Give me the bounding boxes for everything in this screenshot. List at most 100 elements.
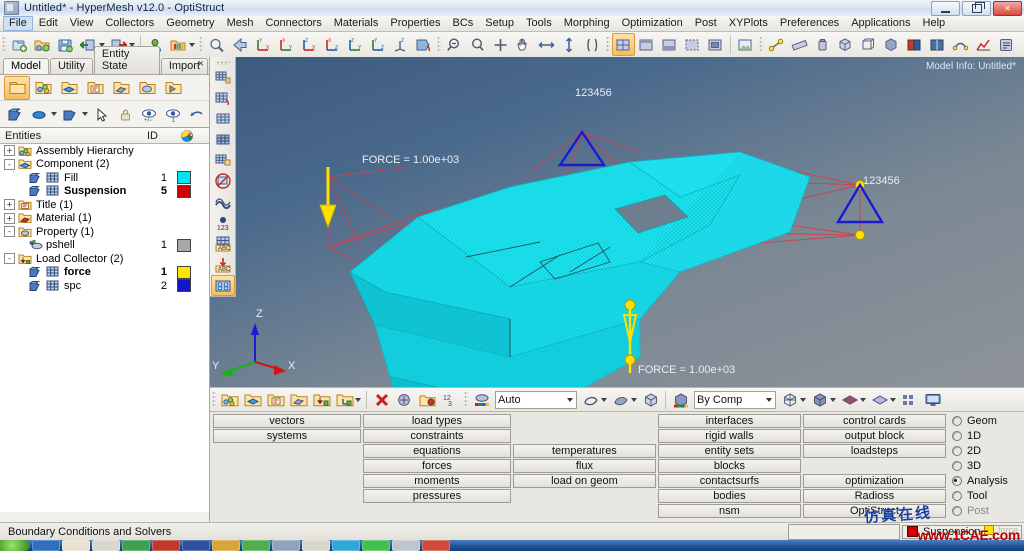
panel-button-pressures[interactable]: pressures xyxy=(362,489,511,503)
color-swatch[interactable] xyxy=(177,238,191,252)
vtoolbar-grip[interactable] xyxy=(215,61,230,65)
wireframe-cube-icon[interactable] xyxy=(778,388,801,411)
window-layout-5-icon[interactable] xyxy=(704,33,727,56)
tab-model[interactable]: Model xyxy=(3,58,49,74)
material-vis-icon[interactable] xyxy=(287,388,310,411)
clipping-icon[interactable] xyxy=(581,33,604,56)
elements-edges-icon[interactable] xyxy=(211,87,235,108)
loadcollector-folder-icon[interactable] xyxy=(160,76,186,100)
panel-button-control-cards[interactable]: control cards xyxy=(802,414,946,428)
panel-button-systems[interactable]: systems xyxy=(213,429,361,443)
expander-icon[interactable]: - xyxy=(4,253,15,265)
zoom-out-icon[interactable] xyxy=(466,33,489,56)
pan-vertical-icon[interactable] xyxy=(558,33,581,56)
minimize-button[interactable] xyxy=(931,1,960,16)
solid-cube-icon[interactable] xyxy=(639,388,662,411)
radio-geom[interactable]: Geom xyxy=(951,414,1021,428)
window-layout-4-icon[interactable] xyxy=(681,33,704,56)
color-wheel-icon[interactable] xyxy=(181,129,209,142)
title-vis-icon[interactable] xyxy=(264,388,287,411)
panel-button-load-types[interactable]: load types xyxy=(362,414,511,428)
panel-button-constraints[interactable]: constraints xyxy=(362,429,511,443)
node-numbers-icon[interactable]: 123 xyxy=(211,213,235,234)
property-folder-icon[interactable] xyxy=(134,76,160,100)
menu-optimization[interactable]: Optimization xyxy=(616,16,689,31)
graphics-viewport[interactable]: Model Info: Untitled* 1CAE.COM xyxy=(210,57,1024,387)
toolbar-grip-5[interactable] xyxy=(759,36,763,53)
tree-row-assembly-hierarchy[interactable]: + Assembly Hierarchy xyxy=(0,144,209,158)
unmask-icon[interactable] xyxy=(416,388,439,411)
mesh-display-icon[interactable] xyxy=(59,102,83,126)
tab-entity-state[interactable]: Entity State xyxy=(93,46,160,74)
bycomp-color-icon[interactable] xyxy=(669,388,692,411)
tree-row-force[interactable]: force 1 xyxy=(0,265,209,280)
taskbar-item[interactable] xyxy=(362,540,390,551)
taskbar-item[interactable] xyxy=(122,540,150,551)
menu-view[interactable]: View xyxy=(64,16,100,31)
taskbar-item[interactable] xyxy=(302,540,330,551)
mesh-solid-icon[interactable] xyxy=(211,129,235,150)
open-model-icon[interactable] xyxy=(31,33,54,56)
geometry-dropdown-caret[interactable] xyxy=(50,112,57,116)
morph-icon[interactable] xyxy=(949,33,972,56)
menu-bcs[interactable]: BCs xyxy=(447,16,480,31)
rotate-view-icon[interactable] xyxy=(412,33,435,56)
tree-row-material[interactable]: + Material (1) xyxy=(0,212,209,226)
taskbar-item[interactable] xyxy=(212,540,240,551)
menu-geometry[interactable]: Geometry xyxy=(160,16,220,31)
taskbar-item[interactable] xyxy=(32,540,60,551)
radio-3d[interactable]: 3D xyxy=(951,459,1021,473)
start-button-icon[interactable] xyxy=(0,540,30,551)
optimization-icon[interactable] xyxy=(972,33,995,56)
surface-shaded-icon[interactable] xyxy=(609,388,632,411)
color-mode-icon[interactable] xyxy=(470,388,493,411)
save-model-icon[interactable] xyxy=(54,33,77,56)
radio-analysis[interactable]: Analysis xyxy=(951,474,1021,488)
panel-button-output-block[interactable]: output block xyxy=(802,429,946,443)
mesh-lines-icon[interactable] xyxy=(211,108,235,129)
tab-utility[interactable]: Utility xyxy=(49,58,93,74)
menu-mesh[interactable]: Mesh xyxy=(221,16,260,31)
taskbar-item[interactable] xyxy=(392,540,420,551)
component-display-icon[interactable] xyxy=(28,172,42,184)
expander-icon[interactable]: + xyxy=(4,199,15,211)
cursor-arrow-icon[interactable] xyxy=(90,102,114,126)
view-yx-icon[interactable]: Y X xyxy=(251,33,274,56)
panel-button-vectors[interactable]: vectors xyxy=(213,414,361,428)
surface-wire-icon[interactable] xyxy=(579,388,602,411)
cube-solid-icon[interactable] xyxy=(834,33,857,56)
material-folder-icon[interactable] xyxy=(108,76,134,100)
color-swatch[interactable] xyxy=(177,171,191,185)
color-swatch[interactable] xyxy=(177,279,191,293)
mesh-disable-icon[interactable] xyxy=(211,171,235,192)
expander-icon[interactable]: - xyxy=(4,158,15,170)
panel-button-forces[interactable]: forces xyxy=(362,459,511,473)
book-red-icon[interactable] xyxy=(903,33,926,56)
new-model-icon[interactable] xyxy=(8,33,31,56)
panel-button-flux[interactable]: flux xyxy=(512,459,656,473)
zoom-in-icon[interactable] xyxy=(443,33,466,56)
cube-shaded-icon[interactable] xyxy=(880,33,903,56)
menu-preferences[interactable]: Preferences xyxy=(774,16,845,31)
monitor-display-icon[interactable] xyxy=(921,388,944,411)
view-zy-icon[interactable]: Z Y xyxy=(343,33,366,56)
auto-color-select[interactable]: Auto xyxy=(495,390,577,409)
panel-button-entity-sets[interactable]: entity sets xyxy=(657,444,801,458)
elements-display-icon[interactable] xyxy=(4,102,28,126)
tree-row-property[interactable]: - Property (1) xyxy=(0,225,209,239)
system-vis-icon[interactable] xyxy=(333,388,356,411)
taskbar-item[interactable] xyxy=(182,540,210,551)
taskbar-item[interactable] xyxy=(332,540,360,551)
window-layout-3-icon[interactable] xyxy=(658,33,681,56)
visibility-toggle-icon[interactable]: +/− xyxy=(137,102,161,126)
view-xz-icon[interactable]: X Z xyxy=(320,33,343,56)
pan-horizontal-icon[interactable] xyxy=(535,33,558,56)
taskbar-item[interactable] xyxy=(92,540,120,551)
tree-row-load-collector[interactable]: - Load Collector (2) xyxy=(0,252,209,266)
panel-button-moments[interactable]: moments xyxy=(362,474,511,488)
image-capture-icon[interactable] xyxy=(734,33,757,56)
tree-row-component[interactable]: - Component (2) xyxy=(0,158,209,172)
lock-icon[interactable] xyxy=(114,102,138,126)
center-view-icon[interactable] xyxy=(489,33,512,56)
plate-shell-icon[interactable] xyxy=(868,388,891,411)
